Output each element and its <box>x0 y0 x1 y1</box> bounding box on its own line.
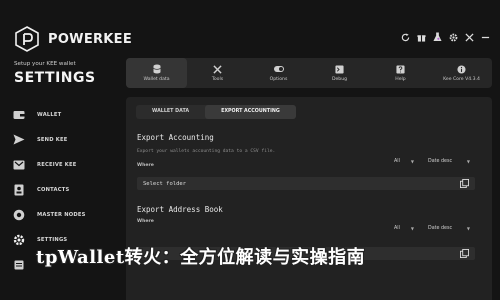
sidebar-item-label: CONTACTS <box>37 186 70 193</box>
contacts-icon <box>12 183 26 197</box>
chevron-down-icon: ▼ <box>466 158 470 164</box>
export-address-book-title: Export Address Book <box>137 205 223 214</box>
chevron-down-icon: ▼ <box>466 225 470 231</box>
select-value: Date desc <box>428 225 453 231</box>
export-accounting-description: Export your wallets accounting data to a… <box>137 149 276 154</box>
help-icon <box>396 64 406 74</box>
minimize-icon[interactable] <box>480 32 490 42</box>
tools-icon <box>213 64 223 74</box>
select-folder-field[interactable]: Select folder <box>137 177 475 190</box>
tab-help[interactable]: Help <box>370 58 431 88</box>
sidebar-item-label: WALLET <box>37 111 62 118</box>
chevron-down-icon: ▼ <box>410 158 414 164</box>
topbar-tabs: Wallet data Tools Options Debug Help Kee… <box>126 58 492 88</box>
close-icon[interactable] <box>464 32 474 42</box>
receive-icon <box>12 158 26 172</box>
export-accounting-title: Export Accounting <box>137 133 214 142</box>
window-controls <box>400 32 490 42</box>
folder-field-text: Select folder <box>143 180 187 187</box>
sidebar-item-wallet[interactable]: WALLET <box>12 102 86 127</box>
flask-icon[interactable] <box>432 32 442 42</box>
masternodes-icon <box>12 208 26 222</box>
database-icon <box>152 64 162 74</box>
sidebar-item-masternodes[interactable]: MASTER NODES <box>12 202 86 227</box>
powerkee-logo-icon <box>15 26 39 52</box>
gift-icon[interactable] <box>416 32 426 42</box>
refresh-icon[interactable] <box>400 32 410 42</box>
select-value: All <box>394 225 400 231</box>
tab-options[interactable]: Options <box>248 58 309 88</box>
select-value: All <box>394 158 400 164</box>
tab-label: Options <box>269 77 288 82</box>
info-icon <box>457 64 467 74</box>
date-sort-select[interactable]: Date desc ▼ <box>426 156 472 166</box>
setup-subtitle: Setup your KEE wallet <box>14 61 76 67</box>
subtabs: WALLET DATA EXPORT ACCOUNTING <box>136 105 296 119</box>
filter-all-select[interactable]: All ▼ <box>392 223 416 233</box>
filter-all-select[interactable]: All ▼ <box>392 156 416 166</box>
tab-label: Wallet data <box>143 77 170 82</box>
tab-label: Kee Core V4.3.4 <box>443 77 480 82</box>
copy-icon[interactable] <box>460 249 469 258</box>
send-icon <box>12 133 26 147</box>
sidebar-item-label: SEND KEE <box>37 136 68 143</box>
subtab-export-accounting[interactable]: EXPORT ACCOUNTING <box>205 105 296 119</box>
tab-label: Help <box>395 77 406 82</box>
select-value: Date desc <box>428 158 453 164</box>
brand: POWERKEE <box>14 26 132 52</box>
options-icon <box>273 64 284 74</box>
sidebar-item-label: SETTINGS <box>37 236 68 243</box>
settings-icon <box>12 233 26 247</box>
brand-name: POWERKEE <box>48 31 133 47</box>
wallet-icon <box>12 108 26 122</box>
more-icon <box>12 258 26 272</box>
subtab-wallet-data[interactable]: WALLET DATA <box>136 105 205 119</box>
where-label: Where <box>137 163 154 168</box>
copy-icon[interactable] <box>460 179 469 188</box>
sidebar-item-label: MASTER NODES <box>37 211 86 218</box>
chevron-down-icon: ▼ <box>410 225 414 231</box>
sidebar-item-contacts[interactable]: CONTACTS <box>12 177 86 202</box>
tab-tools[interactable]: Tools <box>187 58 248 88</box>
tab-label: Debug <box>331 77 348 82</box>
sidebar-item-send[interactable]: SEND KEE <box>12 127 86 152</box>
sidebar-item-receive[interactable]: RECEIVE KEE <box>12 152 86 177</box>
main-panel: WALLET DATA EXPORT ACCOUNTING Export Acc… <box>126 97 492 300</box>
tab-wallet-data[interactable]: Wallet data <box>126 58 187 88</box>
overlay-title: tpWallet转火：全方位解读与实操指南 <box>36 247 366 268</box>
debug-icon <box>335 64 345 74</box>
page-title: SETTINGS <box>14 70 96 86</box>
tab-about[interactable]: Kee Core V4.3.4 <box>431 58 492 88</box>
tab-debug[interactable]: Debug <box>309 58 370 88</box>
sidebar-item-label: RECEIVE KEE <box>37 161 77 168</box>
gear-icon[interactable] <box>448 32 458 42</box>
tab-label: Tools <box>211 77 224 82</box>
date-sort-select[interactable]: Date desc ▼ <box>426 223 472 233</box>
where-label: Where <box>137 219 154 224</box>
